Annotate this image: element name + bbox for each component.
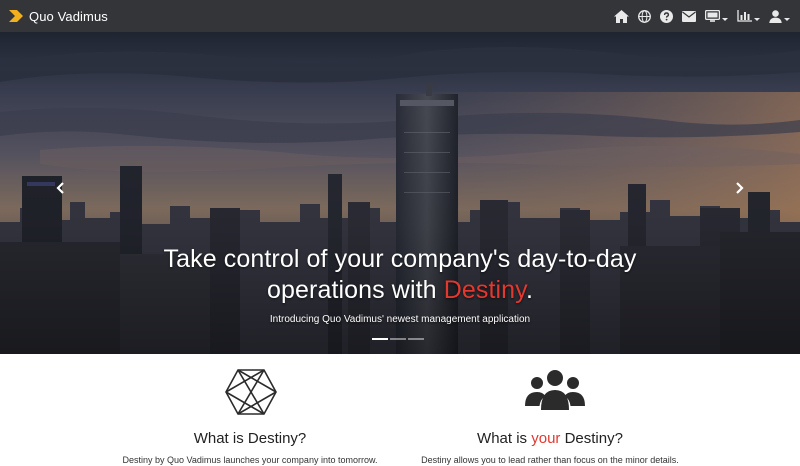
- chevron-right-icon: [736, 181, 744, 199]
- carousel-caption: Take control of your company's day-to-da…: [0, 244, 800, 325]
- monitor-icon: [705, 10, 720, 22]
- hero-headline: Take control of your company's day-to-da…: [0, 244, 800, 306]
- monitor-menu[interactable]: [705, 0, 728, 32]
- feature-title: What is your Destiny?: [350, 430, 750, 447]
- nav-icon-bar: [605, 0, 790, 32]
- headline-line-1: Take control of your company's day-to-da…: [163, 245, 637, 273]
- mail-icon[interactable]: [682, 0, 696, 32]
- hero-subline: Introducing Quo Vadimus' newest manageme…: [269, 314, 531, 325]
- carousel-next-button[interactable]: [730, 180, 750, 200]
- globe-icon[interactable]: [638, 0, 651, 32]
- features-section: What is Destiny? Destiny by Quo Vadimus …: [0, 354, 800, 466]
- carousel-prev-button[interactable]: [50, 180, 70, 200]
- chevron-down-icon: [722, 17, 728, 21]
- carousel-indicator-2[interactable]: [390, 338, 406, 340]
- chevron-logo-icon: [8, 8, 24, 24]
- carousel-indicator-3[interactable]: [408, 338, 424, 340]
- title-text: What is: [193, 430, 248, 447]
- title-text-end: Destiny?: [247, 430, 307, 447]
- carousel-indicators: [372, 338, 426, 340]
- top-navbar: Quo Vadimus: [0, 0, 800, 32]
- headline-line-2: operations with: [267, 276, 444, 304]
- user-icon: [769, 9, 782, 23]
- title-accent: your: [531, 430, 561, 447]
- chevron-down-icon: [784, 17, 790, 21]
- help-icon[interactable]: [660, 0, 673, 32]
- brand-link[interactable]: Quo Vadimus: [0, 0, 108, 32]
- chart-menu[interactable]: [737, 0, 760, 32]
- feature-description: Destiny allows you to lead rather than f…: [421, 455, 679, 465]
- hexagon-logo-icon: [225, 368, 277, 421]
- user-menu[interactable]: [769, 0, 790, 32]
- brand-name: Quo Vadimus: [29, 8, 108, 24]
- title-text: What is: [477, 430, 532, 447]
- hero-carousel: Take control of your company's day-to-da…: [0, 32, 800, 354]
- home-icon[interactable]: [614, 0, 629, 32]
- chevron-left-icon: [56, 181, 64, 199]
- chart-icon: [737, 10, 752, 22]
- carousel-indicator-1[interactable]: [372, 338, 388, 340]
- headline-end: .: [525, 276, 533, 304]
- users-group-icon: [525, 368, 585, 417]
- headline-accent: Destiny: [443, 276, 526, 304]
- chevron-down-icon: [754, 17, 760, 21]
- title-text-end: Destiny?: [560, 430, 623, 447]
